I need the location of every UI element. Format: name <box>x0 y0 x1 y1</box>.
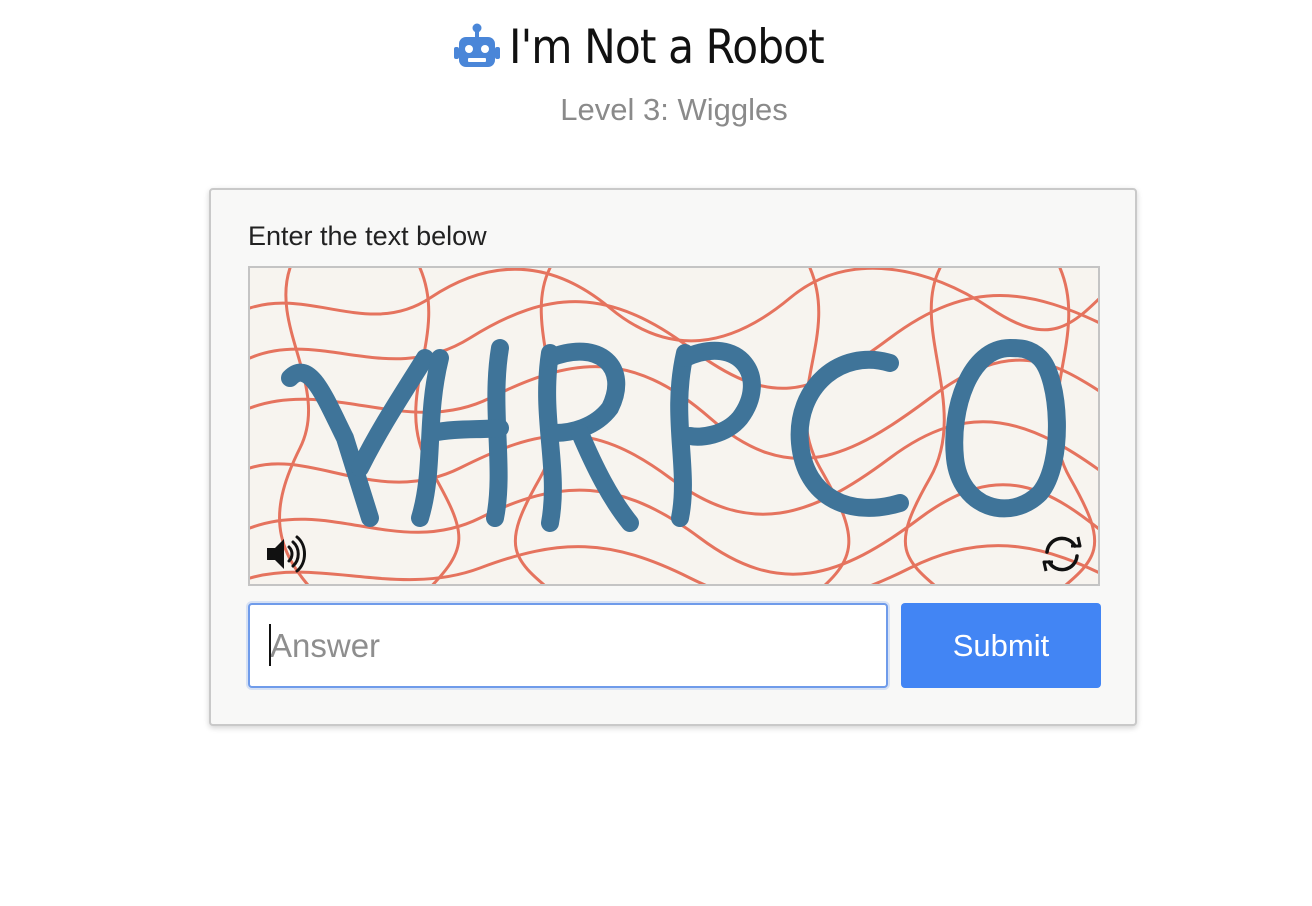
answer-input[interactable] <box>248 603 888 688</box>
submit-button[interactable]: Submit <box>901 603 1101 688</box>
captcha-image <box>248 266 1100 586</box>
robot-icon <box>453 22 501 74</box>
text-caret <box>269 624 271 666</box>
captcha-noise-lines <box>250 268 1098 584</box>
page-title: I'm Not a Robot <box>509 20 825 75</box>
captcha-card: Enter the text below Answer Submit <box>209 188 1137 726</box>
title-row: I'm Not a Robot <box>0 18 1312 78</box>
audio-speaker-icon[interactable] <box>264 534 308 574</box>
captcha-prompt: Enter the text below <box>248 221 487 251</box>
level-subtitle: Level 3: Wiggles <box>560 92 788 127</box>
refresh-icon[interactable] <box>1038 530 1086 578</box>
